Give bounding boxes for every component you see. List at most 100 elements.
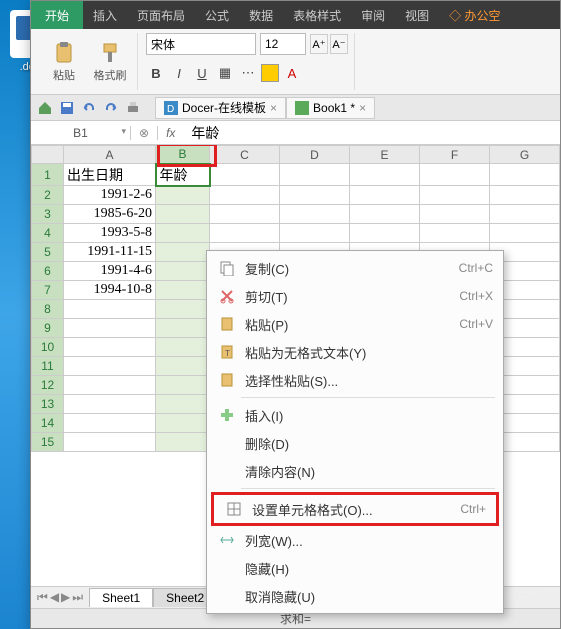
menu-copy[interactable]: 复制(C) Ctrl+C — [207, 254, 503, 282]
menu-tab-data[interactable]: 数据 — [239, 1, 283, 29]
cell[interactable] — [64, 357, 156, 376]
italic-button[interactable]: I — [169, 63, 189, 83]
redo-icon[interactable] — [103, 100, 119, 116]
cell[interactable] — [156, 281, 210, 300]
col-header-e[interactable]: E — [350, 146, 420, 164]
name-box[interactable]: B1 — [31, 126, 131, 140]
row-header[interactable]: 7 — [32, 281, 64, 300]
cell[interactable] — [156, 338, 210, 357]
fill-color-button[interactable] — [261, 64, 279, 82]
cancel-formula-icon[interactable]: ⊗ — [139, 126, 149, 140]
underline-button[interactable]: U — [192, 63, 212, 83]
menu-tab-home[interactable]: 开始 — [31, 1, 83, 29]
cell[interactable] — [64, 433, 156, 452]
sheet-nav-first-icon[interactable]: ⏮ — [37, 590, 48, 605]
home-icon[interactable] — [37, 100, 53, 116]
save-icon[interactable] — [59, 100, 75, 116]
sheet-nav-last-icon[interactable]: ⏭ — [72, 590, 83, 605]
select-all-corner[interactable] — [32, 146, 64, 164]
menu-insert[interactable]: 插入(I) — [207, 401, 503, 429]
cell[interactable] — [420, 205, 490, 224]
cell[interactable]: 1993-5-8 — [64, 224, 156, 243]
cell[interactable] — [420, 186, 490, 205]
more-button[interactable]: ⋯ — [238, 63, 258, 83]
col-header-c[interactable]: C — [210, 146, 280, 164]
close-tab-icon[interactable]: × — [270, 101, 277, 115]
cell[interactable] — [420, 224, 490, 243]
row-header[interactable]: 8 — [32, 300, 64, 319]
doc-tab-book1[interactable]: Book1 * × — [286, 97, 375, 119]
cell[interactable]: 1994-10-8 — [64, 281, 156, 300]
cell[interactable]: 1985-6-20 — [64, 205, 156, 224]
font-size-select[interactable] — [260, 33, 306, 55]
menu-tab-page-layout[interactable]: 页面布局 — [127, 1, 195, 29]
menu-tab-formulas[interactable]: 公式 — [195, 1, 239, 29]
cell[interactable] — [210, 205, 280, 224]
cell[interactable] — [490, 224, 560, 243]
cell[interactable]: 出生日期 — [64, 164, 156, 186]
row-header[interactable]: 10 — [32, 338, 64, 357]
cell[interactable] — [210, 186, 280, 205]
menu-tab-table-style[interactable]: 表格样式 — [283, 1, 351, 29]
fx-button[interactable]: fx — [158, 126, 183, 140]
menu-tab-review[interactable]: 审阅 — [351, 1, 395, 29]
menu-unhide[interactable]: 取消隐藏(U) — [207, 582, 503, 610]
menu-column-width[interactable]: 列宽(W)... — [207, 526, 503, 554]
col-header-g[interactable]: G — [490, 146, 560, 164]
row-header[interactable]: 11 — [32, 357, 64, 376]
col-header-f[interactable]: F — [420, 146, 490, 164]
print-icon[interactable] — [125, 100, 141, 116]
menu-hide[interactable]: 隐藏(H) — [207, 554, 503, 582]
menu-tab-insert[interactable]: 插入 — [83, 1, 127, 29]
cell[interactable] — [210, 224, 280, 243]
cell[interactable] — [156, 262, 210, 281]
cell[interactable] — [64, 300, 156, 319]
cell[interactable] — [156, 319, 210, 338]
cell[interactable] — [490, 205, 560, 224]
doc-tab-docer[interactable]: D Docer-在线模板 × — [155, 97, 286, 119]
col-header-a[interactable]: A — [64, 146, 156, 164]
cell[interactable] — [156, 300, 210, 319]
row-header[interactable]: 13 — [32, 395, 64, 414]
cell[interactable] — [280, 164, 350, 186]
row-header[interactable]: 12 — [32, 376, 64, 395]
decrease-font-button[interactable]: A⁻ — [330, 34, 348, 54]
col-header-d[interactable]: D — [280, 146, 350, 164]
cell[interactable] — [156, 243, 210, 262]
font-name-select[interactable] — [146, 33, 256, 55]
paste-button[interactable]: 粘贴 — [43, 34, 85, 90]
cell[interactable] — [350, 205, 420, 224]
menu-delete[interactable]: 删除(D) — [207, 429, 503, 457]
row-header[interactable]: 14 — [32, 414, 64, 433]
row-header[interactable]: 9 — [32, 319, 64, 338]
row-header[interactable]: 15 — [32, 433, 64, 452]
format-painter-button[interactable]: 格式刷 — [89, 34, 131, 90]
cell[interactable] — [350, 164, 420, 186]
menu-cut[interactable]: 剪切(T) Ctrl+X — [207, 282, 503, 310]
border-button[interactable]: ▦ — [215, 63, 235, 83]
cell[interactable] — [280, 186, 350, 205]
cell[interactable]: 1991-2-6 — [64, 186, 156, 205]
cell[interactable] — [156, 186, 210, 205]
row-header[interactable]: 1 — [32, 164, 64, 186]
row-header[interactable]: 6 — [32, 262, 64, 281]
row-header[interactable]: 3 — [32, 205, 64, 224]
cell[interactable] — [64, 395, 156, 414]
menu-tab-office[interactable]: ◇ 办公空 — [439, 1, 510, 29]
row-header[interactable]: 5 — [32, 243, 64, 262]
col-header-b[interactable]: B — [156, 146, 210, 164]
cell[interactable] — [156, 433, 210, 452]
cell[interactable] — [156, 414, 210, 433]
cell[interactable] — [156, 395, 210, 414]
cell[interactable]: 年龄 — [156, 164, 210, 186]
menu-paste[interactable]: 粘贴(P) Ctrl+V — [207, 310, 503, 338]
font-color-button[interactable]: A — [282, 63, 302, 83]
cell[interactable] — [210, 164, 280, 186]
cell[interactable] — [64, 414, 156, 433]
cell[interactable]: 1991-11-15 — [64, 243, 156, 262]
bold-button[interactable]: B — [146, 63, 166, 83]
cell[interactable]: 1991-4-6 — [64, 262, 156, 281]
row-header[interactable]: 2 — [32, 186, 64, 205]
increase-font-button[interactable]: A⁺ — [310, 34, 328, 54]
menu-tab-view[interactable]: 视图 — [395, 1, 439, 29]
